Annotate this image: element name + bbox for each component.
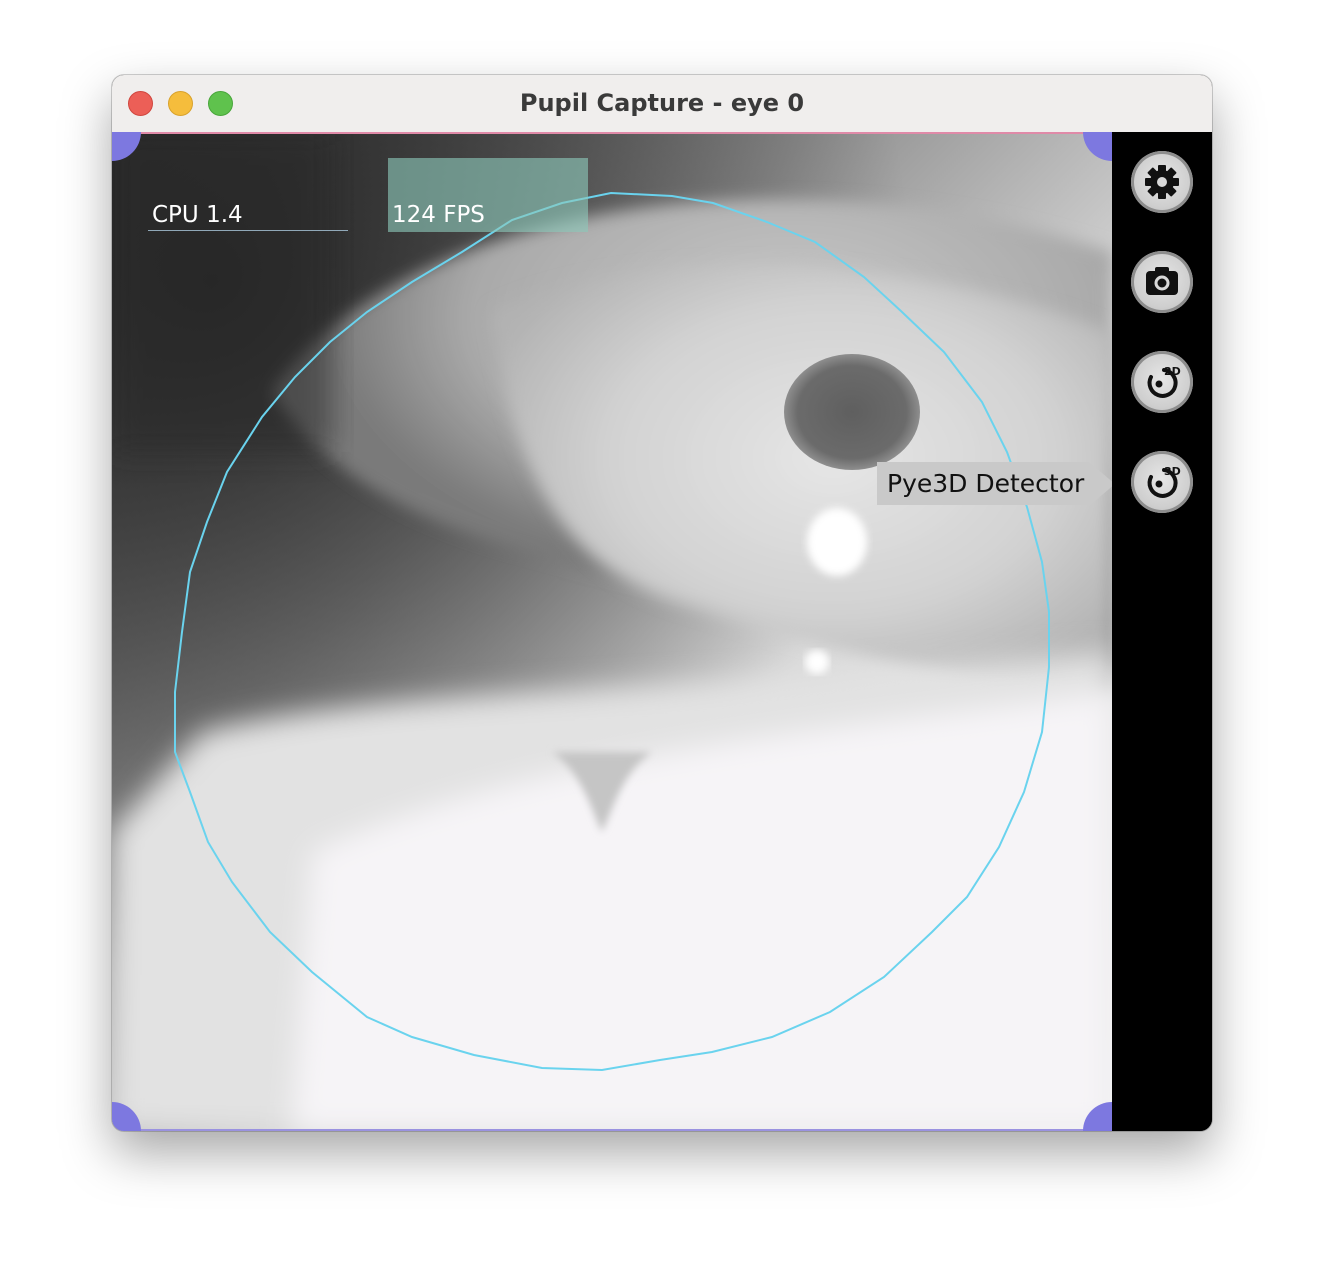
- icon-sidebar: 2D 3D: [1112, 132, 1212, 1131]
- camera-icon: [1146, 267, 1178, 295]
- title-bar[interactable]: Pupil Capture - eye 0: [112, 75, 1212, 133]
- tooltip-arrow-icon: [1089, 462, 1112, 506]
- badge-3d: 3D: [1164, 465, 1181, 478]
- settings-button[interactable]: [1131, 151, 1193, 213]
- window-title: Pupil Capture - eye 0: [519, 89, 805, 117]
- gear-icon: [1145, 165, 1179, 199]
- app-window: Pupil Capture - eye 0 CPU 1.4 124 FPS Py…: [112, 75, 1212, 1131]
- snapshot-button[interactable]: [1131, 251, 1193, 313]
- cpu-graph-baseline: [148, 230, 348, 231]
- pupil: [784, 354, 920, 470]
- glint: [807, 508, 867, 576]
- detector-2d-button[interactable]: 2D: [1131, 351, 1193, 413]
- fps-label: 124 FPS: [392, 202, 485, 228]
- badge-2d: 2D: [1164, 365, 1181, 378]
- detector-3d-button[interactable]: 3D: [1131, 451, 1193, 513]
- eye-3d-icon: 3D: [1147, 465, 1181, 498]
- detector-tooltip: Pye3D Detector: [877, 462, 1089, 505]
- eye-camera-image: [112, 132, 1112, 1131]
- eye-camera-view[interactable]: CPU 1.4 124 FPS Pye3D Detector: [112, 132, 1112, 1131]
- eye-2d-icon: 2D: [1147, 365, 1181, 398]
- cpu-label: CPU 1.4: [152, 202, 243, 228]
- glint: [805, 650, 829, 674]
